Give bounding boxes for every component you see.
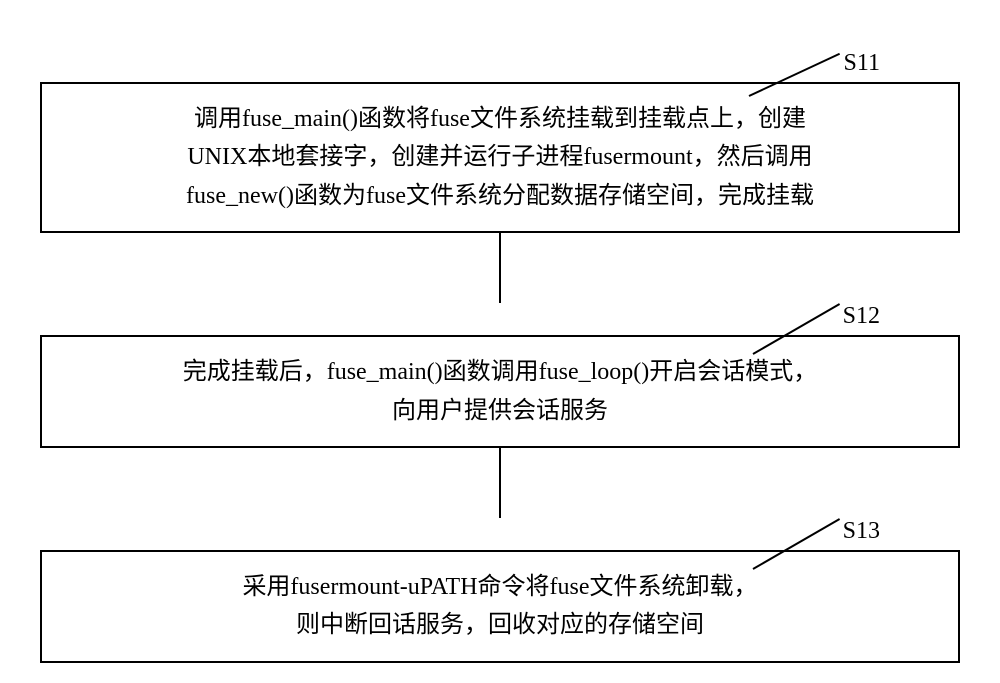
step-3-label-text: S13	[843, 518, 880, 544]
step-3-label: S13	[843, 518, 880, 545]
step-2-label: S12	[843, 303, 880, 330]
connector-2-3	[499, 448, 501, 518]
step-2-container: S12 完成挂载后，fuse_main()函数调用fuse_loop()开启会话…	[40, 303, 960, 448]
step-2-text: 完成挂载后，fuse_main()函数调用fuse_loop()开启会话模式， …	[183, 353, 818, 430]
flowchart-container: S11 调用fuse_main()函数将fuse文件系统挂载到挂载点上，创建 U…	[40, 20, 960, 663]
step-1-label-text: S11	[844, 50, 880, 76]
step-3-text: 采用fusermount-uPATH命令将fuse文件系统卸载， 则中断回话服务…	[242, 568, 757, 645]
step-2-box: 完成挂载后，fuse_main()函数调用fuse_loop()开启会话模式， …	[40, 335, 960, 448]
step-2-label-text: S12	[843, 303, 880, 329]
step-3-container: S13 采用fusermount-uPATH命令将fuse文件系统卸载， 则中断…	[40, 518, 960, 663]
connector-1-2	[499, 233, 501, 303]
step-1-text: 调用fuse_main()函数将fuse文件系统挂载到挂载点上，创建 UNIX本…	[186, 100, 814, 215]
step-1-box: 调用fuse_main()函数将fuse文件系统挂载到挂载点上，创建 UNIX本…	[40, 82, 960, 233]
step-3-box: 采用fusermount-uPATH命令将fuse文件系统卸载， 则中断回话服务…	[40, 550, 960, 663]
step-1-label: S11	[844, 50, 880, 77]
step-1-container: S11 调用fuse_main()函数将fuse文件系统挂载到挂载点上，创建 U…	[40, 50, 960, 233]
